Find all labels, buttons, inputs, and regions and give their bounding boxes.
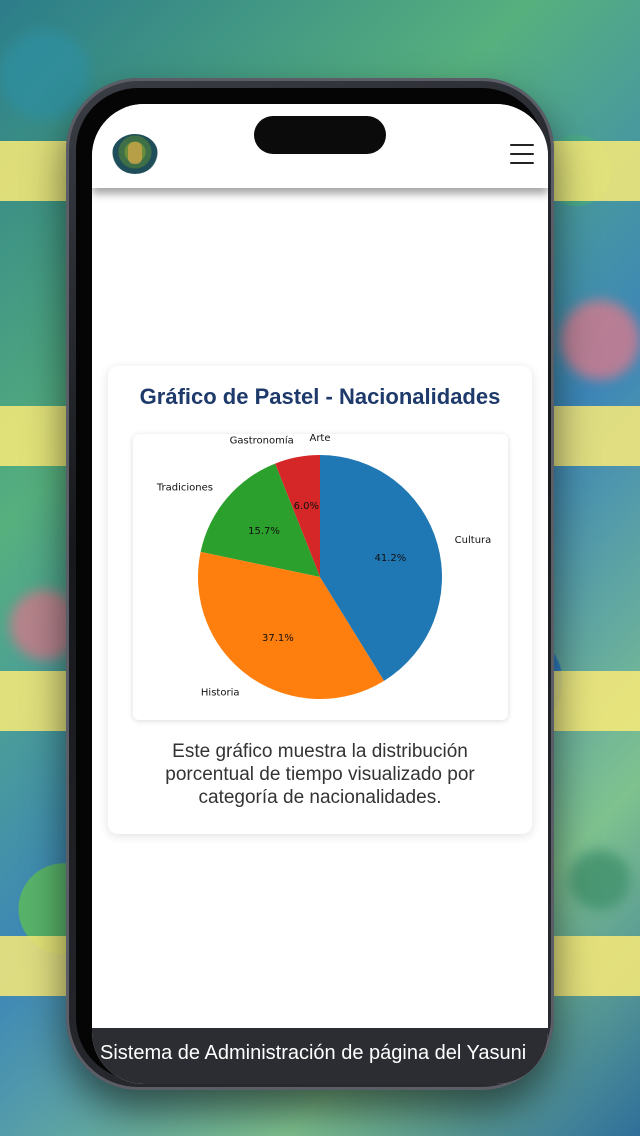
background-decoration	[560, 300, 640, 380]
card-description: Este gráfico muestra la distribución por…	[165, 741, 475, 808]
pie-label-arte: Arte	[309, 434, 330, 444]
pie-label-historia: Historia	[201, 688, 240, 699]
pie-label-gastronomía: Gastronomía	[230, 434, 294, 446]
phone-screen: Gráfico de Pastel - Nacionalidades Arte0…	[92, 104, 548, 1084]
phone-bezel: Gráfico de Pastel - Nacionalidades Arte0…	[76, 88, 548, 1084]
footer-text: Sistema de Administración de página del …	[100, 1042, 527, 1064]
chart-card: Gráfico de Pastel - Nacionalidades Arte0…	[108, 366, 532, 834]
dynamic-island	[254, 116, 386, 154]
hamburger-menu-icon[interactable]	[510, 144, 534, 166]
background-decoration	[0, 30, 90, 120]
pie-pct-tradiciones: 15.7%	[248, 526, 280, 537]
footer: Sistema de Administración de página del …	[92, 1028, 548, 1084]
pie-chart-container: Arte0.0%Gastronomía6.0%Tradiciones15.7%H…	[133, 434, 508, 720]
yasuni-logo-icon[interactable]	[112, 134, 158, 174]
pie-pct-gastronomía: 6.0%	[294, 501, 319, 512]
pie-pct-cultura: 41.2%	[375, 553, 407, 564]
pie-chart: Arte0.0%Gastronomía6.0%Tradiciones15.7%H…	[156, 434, 492, 699]
card-title: Gráfico de Pastel - Nacionalidades	[139, 384, 501, 409]
pie-label-tradiciones: Tradiciones	[156, 483, 213, 494]
background-decoration	[570, 850, 630, 910]
phone-frame: Gráfico de Pastel - Nacionalidades Arte0…	[66, 78, 554, 1090]
pie-label-cultura: Cultura	[455, 535, 492, 546]
pie-pct-historia: 37.1%	[262, 633, 294, 644]
